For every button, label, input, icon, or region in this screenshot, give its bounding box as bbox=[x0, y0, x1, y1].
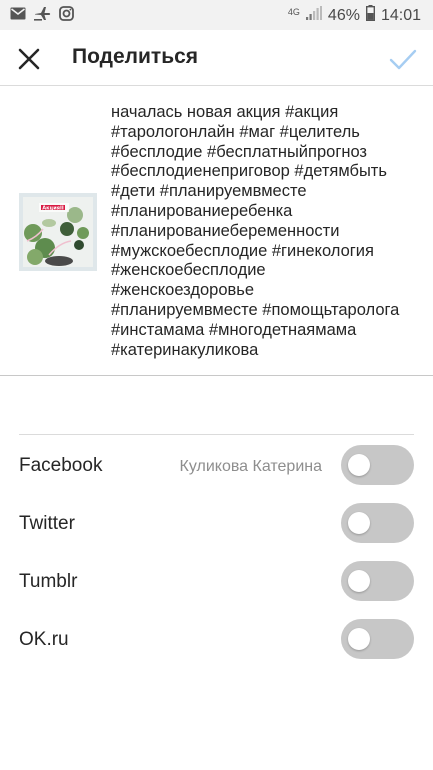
share-confirm-button[interactable] bbox=[387, 43, 419, 75]
network-type: 4G bbox=[287, 7, 300, 17]
share-row-okru: OK.ru bbox=[19, 610, 414, 668]
instagram-icon bbox=[59, 6, 74, 26]
checkmark-icon bbox=[389, 49, 417, 70]
share-row-facebook: Facebook Куликова Катерина bbox=[19, 436, 414, 494]
tumblr-toggle[interactable] bbox=[341, 561, 414, 601]
post-image: АкцияII bbox=[19, 193, 97, 271]
airplane-icon bbox=[34, 6, 51, 26]
toggle-knob bbox=[348, 512, 370, 534]
clock: 14:01 bbox=[380, 6, 421, 24]
toggle-knob bbox=[348, 454, 370, 476]
share-name-tumblr: Tumblr bbox=[19, 571, 78, 592]
page-title: Поделиться bbox=[72, 45, 199, 68]
post-thumbnail[interactable]: АкцияII bbox=[19, 193, 97, 271]
signal-icon bbox=[305, 6, 322, 25]
okru-toggle[interactable] bbox=[341, 619, 414, 659]
share-targets-list: Facebook Куликова Катерина Twitter Tumbl… bbox=[19, 434, 414, 668]
battery-icon bbox=[365, 5, 375, 26]
twitter-toggle[interactable] bbox=[341, 503, 414, 543]
app-bar: Поделиться bbox=[0, 30, 433, 86]
status-notification-icons bbox=[10, 6, 74, 26]
share-name-twitter: Twitter bbox=[19, 513, 75, 534]
mail-icon bbox=[10, 7, 26, 25]
share-row-twitter: Twitter bbox=[19, 494, 414, 552]
facebook-toggle[interactable] bbox=[341, 445, 414, 485]
share-name-okru: OK.ru bbox=[19, 629, 69, 650]
close-icon bbox=[18, 48, 40, 70]
status-bar: 4G 46% 14:01 bbox=[0, 0, 433, 30]
close-button[interactable] bbox=[14, 44, 44, 74]
status-system-info: 4G 46% 14:01 bbox=[288, 5, 421, 26]
share-name-facebook: Facebook bbox=[19, 455, 103, 476]
post-preview: АкцияII началась новая акция #акция #тар… bbox=[0, 87, 433, 376]
toggle-knob bbox=[348, 628, 370, 650]
post-image-text: АкцияII bbox=[42, 206, 64, 212]
caption-text[interactable]: началась новая акция #акция #тарологонла… bbox=[111, 103, 427, 360]
share-row-tumblr: Tumblr bbox=[19, 552, 414, 610]
facebook-account-name: Куликова Катерина bbox=[179, 458, 322, 475]
battery-percentage: 46% bbox=[327, 6, 360, 24]
toggle-knob bbox=[348, 570, 370, 592]
